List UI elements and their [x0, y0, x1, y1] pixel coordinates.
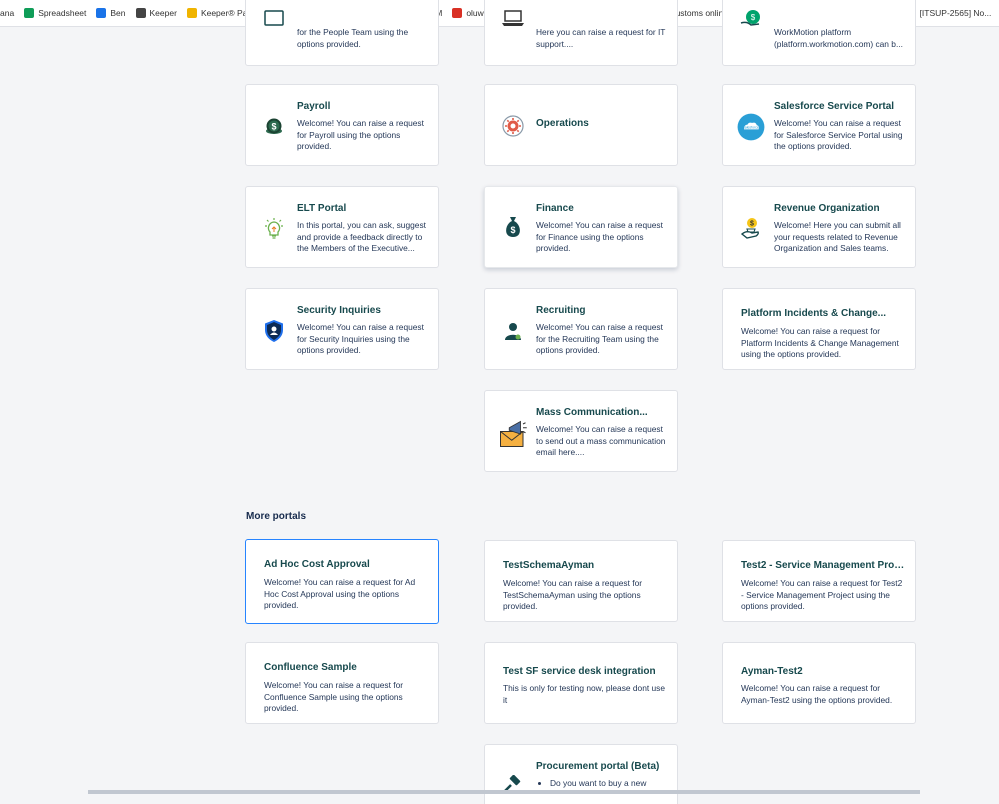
keeper-pen-icon: [186, 8, 197, 18]
portal-desc: Here you can raise a request for IT supp…: [536, 27, 666, 49]
bookmark-label: ana: [0, 8, 15, 18]
portal-title: Platform Incidents & Change...: [741, 308, 887, 319]
portal-card-operations[interactable]: Operations: [484, 84, 678, 166]
portal-card-test2-service-management[interactable]: Test2 - Service Management Project Welco…: [722, 540, 916, 622]
money-hand-icon: $: [739, 7, 763, 31]
portal-card-testschemaayman[interactable]: TestSchemaAyman Welcome! You can raise a…: [484, 540, 678, 622]
bookmark-icon: [96, 8, 107, 18]
portal-desc: Welcome! You can raise a request for Pla…: [741, 326, 899, 359]
portal-desc: Welcome! You can raise a request for the…: [536, 322, 663, 355]
portal-card-revenue[interactable]: $ Revenue Organization Welcome! Here you…: [722, 186, 916, 268]
portal-title: Test SF service desk integration: [503, 666, 656, 677]
portal-title: Payroll: [297, 101, 331, 112]
keeper-icon: [135, 8, 146, 18]
bookmark-item[interactable]: Spreadsheet: [24, 8, 86, 18]
portal-card-platform[interactable]: Platform Incidents & Change... Welcome! …: [722, 288, 916, 370]
horizontal-scrollbar[interactable]: [88, 790, 920, 794]
person-icon: [501, 319, 525, 343]
bookmark-label: Keeper: [149, 8, 177, 18]
coin-hand-icon: $: [739, 217, 763, 241]
portal-title: Confluence Sample: [264, 662, 357, 673]
gear-cycle-icon: [501, 114, 525, 138]
portal-desc: Welcome! You can raise a request to send…: [536, 424, 666, 457]
bookmark-item[interactable]: [ITSUP-2565] No...: [905, 8, 992, 18]
svg-text:$: $: [510, 225, 515, 235]
lightbulb-icon: [262, 217, 286, 241]
portal-card-payroll[interactable]: $ Payroll Welcome! You can raise a reque…: [245, 84, 439, 166]
portal-title: Salesforce Service Portal: [774, 101, 895, 112]
portal-card-confluence-sample[interactable]: Confluence Sample Welcome! You can raise…: [245, 642, 439, 724]
portal-title: Security Inquiries: [297, 305, 381, 316]
portal-card-recruiting[interactable]: Recruiting Welcome! You can raise a requ…: [484, 288, 678, 370]
svg-text:$: $: [751, 13, 756, 22]
portal-title: Mass Communication...: [536, 407, 648, 418]
more-portals-heading: More portals: [246, 511, 307, 522]
portal-card-elt[interactable]: ELT Portal In this portal, you can ask, …: [245, 186, 439, 268]
portal-card-procurement[interactable]: Procurement portal (Beta) Do you want to…: [484, 744, 678, 804]
portal-card-mass-communication[interactable]: Mass Communication... Welcome! You can r…: [484, 390, 678, 472]
portal-card-finance[interactable]: $ Finance Welcome! You can raise a reque…: [484, 186, 678, 268]
portal-desc: Welcome! You can raise a request for Sec…: [297, 322, 424, 355]
portal-desc: Welcome! You can raise a request for Sal…: [774, 118, 903, 151]
portal-title: Revenue Organization: [774, 203, 880, 214]
portal-title: Procurement portal (Beta): [536, 761, 660, 772]
portal-card-people[interactable]: for the People Team using the options pr…: [245, 0, 439, 66]
bookmark-item[interactable]: ana: [0, 8, 14, 18]
portal-desc: Welcome! You can raise a request for Pay…: [297, 118, 424, 151]
money-bag-icon: $: [501, 215, 525, 239]
bookmark-label: Spreadsheet: [38, 8, 87, 18]
portal-desc: Welcome! Here you can submit all your re…: [774, 220, 901, 253]
portal-title: Recruiting: [536, 305, 586, 316]
portal-title: ELT Portal: [297, 203, 347, 214]
coin-icon: $: [262, 115, 286, 139]
portal-card-test-sf-service-desk[interactable]: Test SF service desk integration This is…: [484, 642, 678, 724]
portal-card-security[interactable]: Security Inquiries Welcome! You can rais…: [245, 288, 439, 370]
portal-card-ad-hoc-cost-approval[interactable]: Ad Hoc Cost Approval Welcome! You can ra…: [245, 539, 439, 624]
portal-card-salesforce[interactable]: salesforce Salesforce Service Portal Wel…: [722, 84, 916, 166]
portal-title: Test2 - Service Management Project: [741, 560, 905, 571]
people-icon: [262, 7, 286, 31]
portal-desc: Welcome! You can raise a request for Aym…: [741, 683, 893, 705]
portal-card-ayman-test2[interactable]: Ayman-Test2 Welcome! You can raise a req…: [722, 642, 916, 724]
svg-text:salesforce: salesforce: [743, 126, 759, 130]
portal-desc: This is only for testing now, please don…: [503, 683, 666, 705]
bookmark-item[interactable]: Ben: [96, 8, 126, 18]
portal-desc: for the People Team using the options pr…: [297, 27, 409, 49]
salesforce-cloud-icon: salesforce: [737, 113, 765, 141]
portal-title: Ad Hoc Cost Approval: [264, 559, 370, 570]
portal-desc: Welcome! You can raise a request for Fin…: [536, 220, 663, 253]
gavel-icon: [501, 775, 525, 799]
portal-desc-list: Do you want to buy a new: [536, 778, 669, 790]
portal-desc-bullet: Do you want to buy a new: [550, 778, 669, 790]
bookmark-label: [ITSUP-2565] No...: [919, 8, 992, 18]
portal-desc: Welcome! You can raise a request for Ad …: [264, 577, 416, 610]
portal-title: Finance: [536, 203, 574, 214]
portal-card-workmotion[interactable]: $ WorkMotion platform (platform.workmoti…: [722, 0, 916, 66]
portal-title: TestSchemaAyman: [503, 560, 595, 571]
bookmark-label: Ben: [110, 8, 126, 18]
bookmark-item[interactable]: Keeper: [135, 8, 177, 18]
shield-icon: [262, 319, 286, 343]
portal-desc: In this portal, you can ask, suggest and…: [297, 220, 426, 253]
svg-text:$: $: [271, 122, 276, 132]
portal-title: Operations: [536, 118, 589, 129]
portal-desc: Welcome! You can raise a request for Tes…: [741, 578, 903, 611]
gmail-icon: [452, 8, 463, 18]
laptop-icon: [501, 7, 525, 31]
portal-desc: Welcome! You can raise a request for Tes…: [503, 578, 643, 611]
portal-card-it[interactable]: Here you can raise a request for IT supp…: [484, 0, 678, 66]
portal-desc: Welcome! You can raise a request for Con…: [264, 680, 404, 713]
megaphone-envelope-icon: [498, 419, 528, 449]
portal-desc: WorkMotion platform (platform.workmotion…: [774, 27, 903, 49]
svg-text:$: $: [750, 221, 754, 228]
portal-title: Ayman-Test2: [741, 666, 803, 677]
sheets-icon: [24, 8, 35, 18]
